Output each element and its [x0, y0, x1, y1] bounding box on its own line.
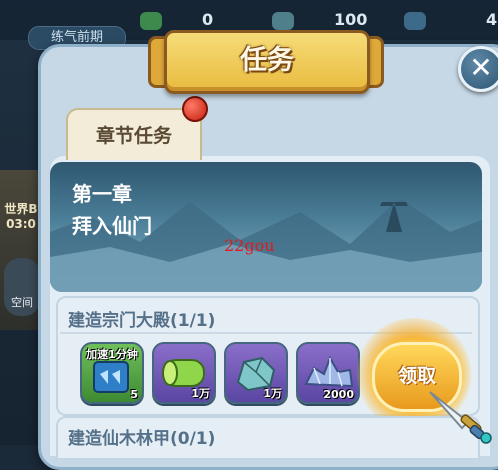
gem-icon — [404, 11, 426, 30]
stone-icon — [272, 11, 294, 30]
world-event-label: 世界B 03:0 — [4, 202, 38, 231]
reward-item[interactable]: 2000 — [296, 342, 360, 404]
close-button[interactable]: ✕ — [458, 46, 498, 92]
task-title: 建造仙木林甲(0/1) — [68, 429, 216, 449]
reward-item[interactable]: 加速1分钟 5 — [80, 342, 144, 404]
chapter-number: 第一章 — [72, 182, 132, 206]
reward-item[interactable]: 1万 — [152, 342, 216, 404]
watermark: 22gou — [224, 236, 275, 255]
reward-item[interactable]: 1万 — [224, 342, 288, 404]
close-icon: ✕ — [469, 51, 493, 84]
sword-pointer-icon — [429, 391, 492, 444]
space-button[interactable]: 空间 — [4, 258, 40, 316]
notification-dot — [182, 96, 208, 122]
resource-stone: 100 — [272, 8, 367, 32]
leaf-icon — [140, 11, 162, 30]
resource-wood: 0 — [140, 8, 213, 32]
tab-chapter-tasks[interactable]: 章节任务 — [66, 108, 202, 160]
panel-title: 任务 — [240, 45, 294, 76]
resource-gem: 4 — [404, 8, 497, 32]
chapter-name: 拜入仙门 — [72, 214, 152, 238]
task-title: 建造宗门大殿(1/1) — [68, 311, 216, 331]
